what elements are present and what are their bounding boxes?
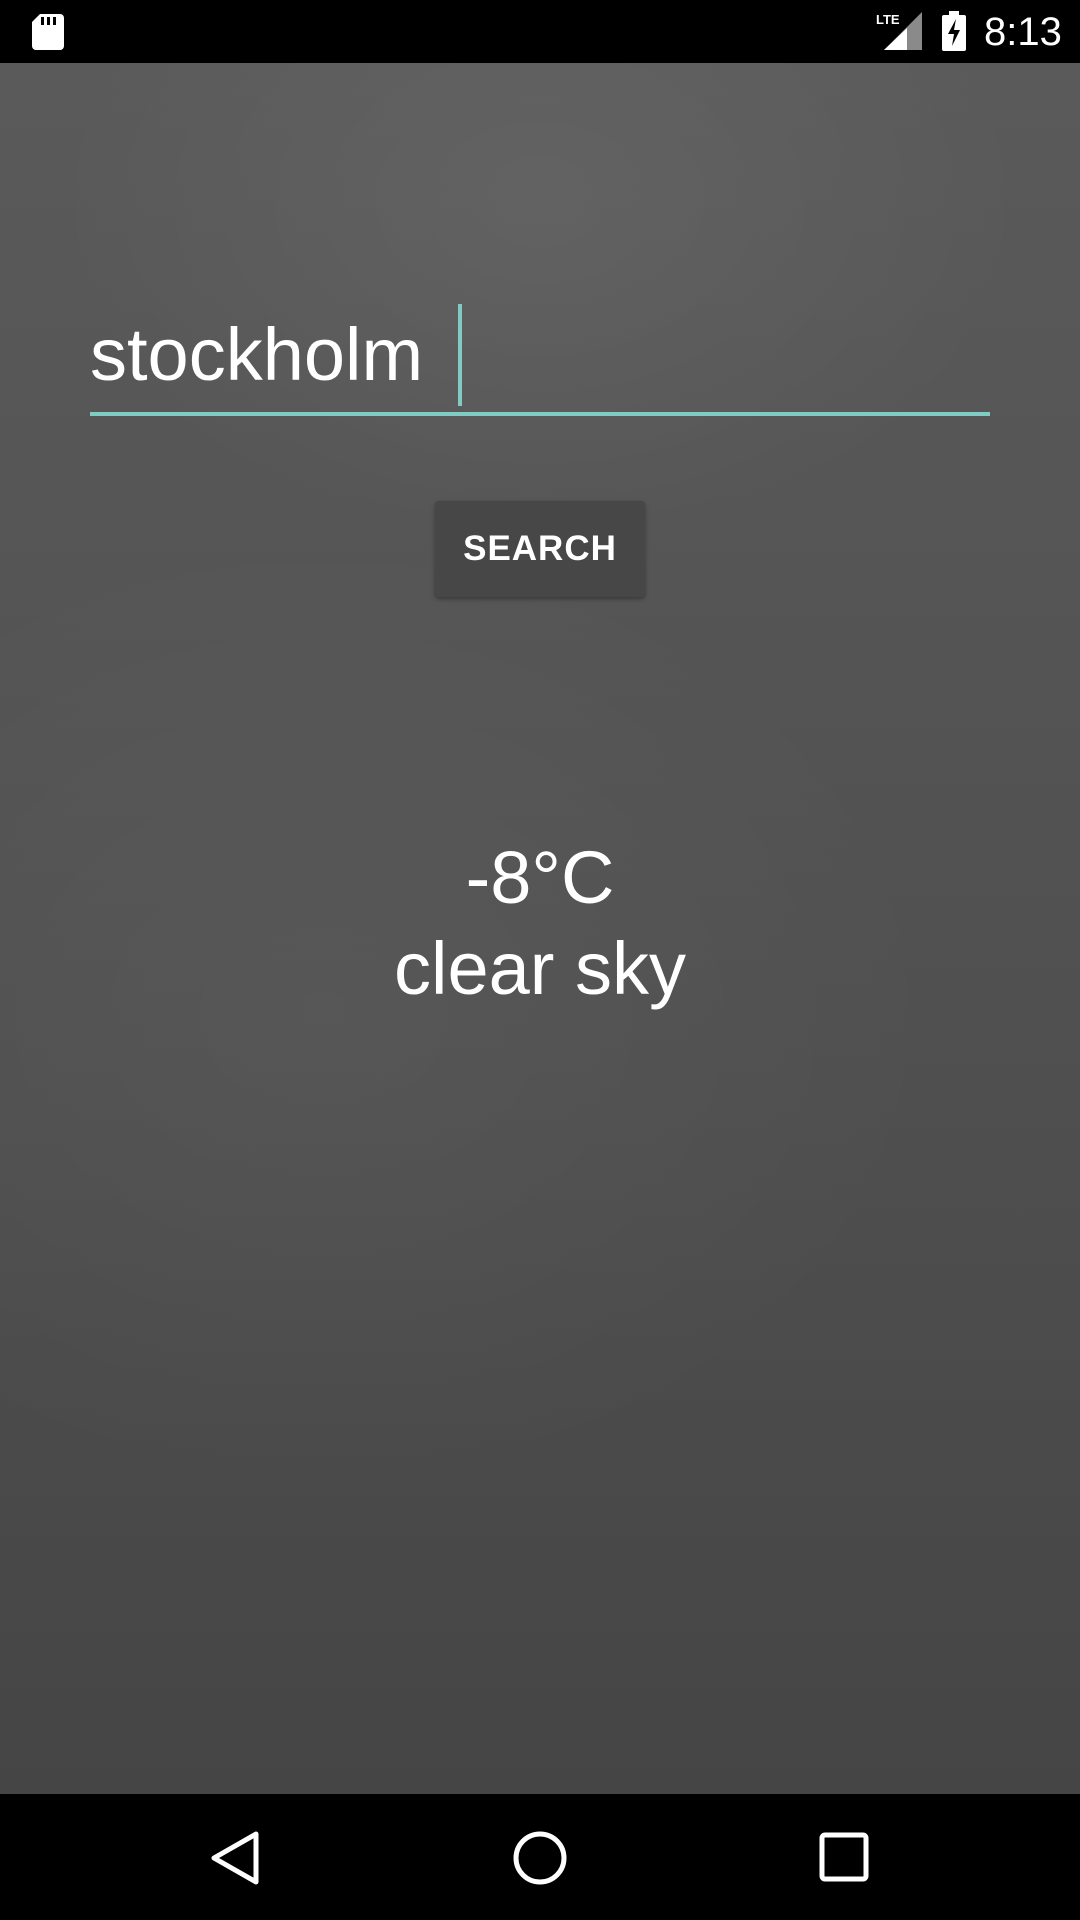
temperature-value: -8°C [465, 836, 615, 919]
back-icon[interactable] [208, 1830, 262, 1886]
search-button[interactable]: SEARCH [435, 501, 645, 597]
weather-condition: clear sky [394, 927, 686, 1010]
city-input[interactable] [90, 298, 990, 410]
screen: LTE 8:13 SEARCH -8°C clear sky [0, 0, 1080, 1920]
home-icon[interactable] [512, 1830, 568, 1886]
status-bar: LTE 8:13 [0, 0, 1080, 63]
text-cursor [458, 304, 462, 406]
main-content: SEARCH -8°C clear sky [0, 63, 1080, 1794]
sd-card-icon [32, 14, 64, 50]
recents-icon[interactable] [818, 1831, 870, 1883]
battery-charging-icon [942, 11, 966, 51]
city-search-field[interactable] [90, 298, 990, 416]
lte-label: LTE [876, 12, 900, 27]
status-clock: 8:13 [984, 10, 1062, 54]
lte-signal-icon: LTE [876, 12, 922, 50]
input-underline [90, 412, 990, 416]
navigation-bar [0, 1794, 1080, 1920]
